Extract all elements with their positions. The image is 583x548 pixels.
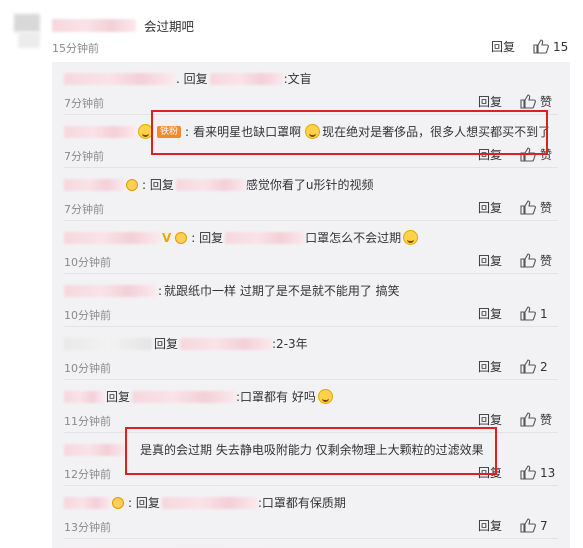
thumbs-up-icon xyxy=(520,306,536,321)
reply-actions: 回复 1 xyxy=(478,305,558,322)
thumbs-up-icon xyxy=(533,39,549,54)
like-button[interactable]: 赞 xyxy=(520,411,558,428)
reply-button[interactable]: 回复 xyxy=(478,252,502,269)
like-count: 15 xyxy=(553,39,569,54)
reply-actions: 回复 赞 xyxy=(478,199,558,216)
reply-target-blurred[interactable] xyxy=(175,178,246,191)
username-blurred[interactable] xyxy=(64,72,174,85)
list-item: : 回复 :口罩都有保质期 13分钟前 回复 7 xyxy=(64,486,558,539)
list-item: : 就跟纸巾一样 过期了是不是就不能用了 搞笑 10分钟前 回复 1 xyxy=(64,274,558,327)
like-button[interactable]: 7 xyxy=(520,518,558,533)
reply-text: 口罩怎么不会过期 xyxy=(305,231,402,245)
thumbs-up-icon xyxy=(520,200,536,215)
like-button[interactable]: 赞 xyxy=(520,252,558,269)
top-comment-actions: 回复 15 xyxy=(491,38,571,55)
thumbs-up-icon xyxy=(520,412,536,427)
reply-button[interactable]: 回复 xyxy=(478,517,502,534)
reply-time: 7分钟前 xyxy=(64,97,104,110)
laughing-emoji-icon xyxy=(403,230,419,245)
highlight-box xyxy=(151,110,548,155)
thumbs-up-icon xyxy=(520,518,536,533)
list-item-partial xyxy=(64,544,264,548)
username-blurred[interactable] xyxy=(64,337,152,350)
reply-target-blurred[interactable] xyxy=(225,231,306,244)
list-item: : 回复 感觉你看了u形针的视频 7分钟前 回复 赞 xyxy=(64,168,558,221)
thumbs-up-icon xyxy=(520,359,536,374)
list-item: 回复 :口罩都有 好吗 11分钟前 回复 赞 xyxy=(64,380,558,433)
list-item: . 回复 :文盲 7分钟前 回复 赞 xyxy=(64,62,558,115)
avatar[interactable] xyxy=(14,14,44,50)
username-blurred[interactable] xyxy=(64,231,160,244)
list-item: 回复 :2-3年 10分钟前 回复 2 xyxy=(64,327,558,380)
crown-icon xyxy=(126,178,138,191)
reply-actions: 回复 赞 xyxy=(478,411,558,428)
like-button[interactable]: 15 xyxy=(533,39,571,54)
reply-time: 7分钟前 xyxy=(64,150,104,163)
reply-time: 7分钟前 xyxy=(64,203,104,216)
reply-button[interactable]: 回复 xyxy=(478,358,502,375)
reply-actions: 回复 2 xyxy=(478,358,558,375)
username-blurred[interactable] xyxy=(64,443,126,456)
reply-time: 10分钟前 xyxy=(64,309,111,322)
top-comment-line: 会过期吧 xyxy=(52,16,194,35)
like-button[interactable]: 1 xyxy=(520,306,558,321)
like-button[interactable]: 2 xyxy=(520,359,558,374)
username-blurred[interactable] xyxy=(64,125,136,138)
reply-time: 13分钟前 xyxy=(64,521,111,534)
reply-button[interactable]: 回复 xyxy=(478,199,502,216)
username-blurred[interactable] xyxy=(64,178,124,191)
reply-button[interactable]: 回复 xyxy=(478,411,502,428)
username-blurred[interactable] xyxy=(52,19,136,32)
reply-text: :口罩都有保质期 xyxy=(257,496,346,510)
top-comment-time: 15分钟前 xyxy=(52,42,99,55)
thumbs-up-icon xyxy=(520,253,536,268)
list-item: V : 回复 口罩怎么不会过期 10分钟前 回复 赞 xyxy=(64,221,558,274)
username-blurred[interactable] xyxy=(64,284,156,297)
like-button[interactable]: 13 xyxy=(520,465,558,480)
crown-icon xyxy=(112,496,124,509)
reply-time: 10分钟前 xyxy=(64,362,111,375)
thumbs-up-icon xyxy=(520,94,536,109)
reply-button[interactable]: 回复 xyxy=(478,93,502,110)
reply-actions: 回复 7 xyxy=(478,517,558,534)
reply-target-blurred[interactable] xyxy=(132,390,237,403)
reply-button[interactable]: 回复 xyxy=(491,38,515,55)
reply-time: 10分钟前 xyxy=(64,256,111,269)
like-button[interactable]: 赞 xyxy=(520,93,558,110)
reply-target-blurred[interactable] xyxy=(161,496,258,509)
reply-text: :文盲 xyxy=(283,72,312,86)
reply-text: :2-3年 xyxy=(272,337,308,351)
thumbs-up-icon xyxy=(520,465,536,480)
reply-time: 11分钟前 xyxy=(64,415,111,428)
username-blurred[interactable] xyxy=(64,496,110,509)
reply-actions: 回复 赞 xyxy=(478,93,558,110)
reply-target-blurred[interactable] xyxy=(180,337,273,350)
verified-v-icon: V xyxy=(162,230,172,245)
reply-time: 12分钟前 xyxy=(64,468,111,481)
reply-text: :口罩都有 好吗 xyxy=(236,390,316,404)
reply-text: 感觉你看了u形针的视频 xyxy=(245,178,374,192)
reply-actions: 回复 赞 xyxy=(478,252,558,269)
like-button[interactable]: 赞 xyxy=(520,199,558,216)
reply-button[interactable]: 回复 xyxy=(478,305,502,322)
reply-target-blurred[interactable] xyxy=(209,72,284,85)
laughing-emoji-icon xyxy=(317,389,333,404)
highlight-box xyxy=(125,427,497,475)
username-blurred[interactable] xyxy=(64,390,104,403)
crown-icon xyxy=(175,231,188,244)
top-comment-text: 会过期吧 xyxy=(144,19,195,34)
reply-text: 就跟纸巾一样 过期了是不是就不能用了 搞笑 xyxy=(164,284,400,298)
